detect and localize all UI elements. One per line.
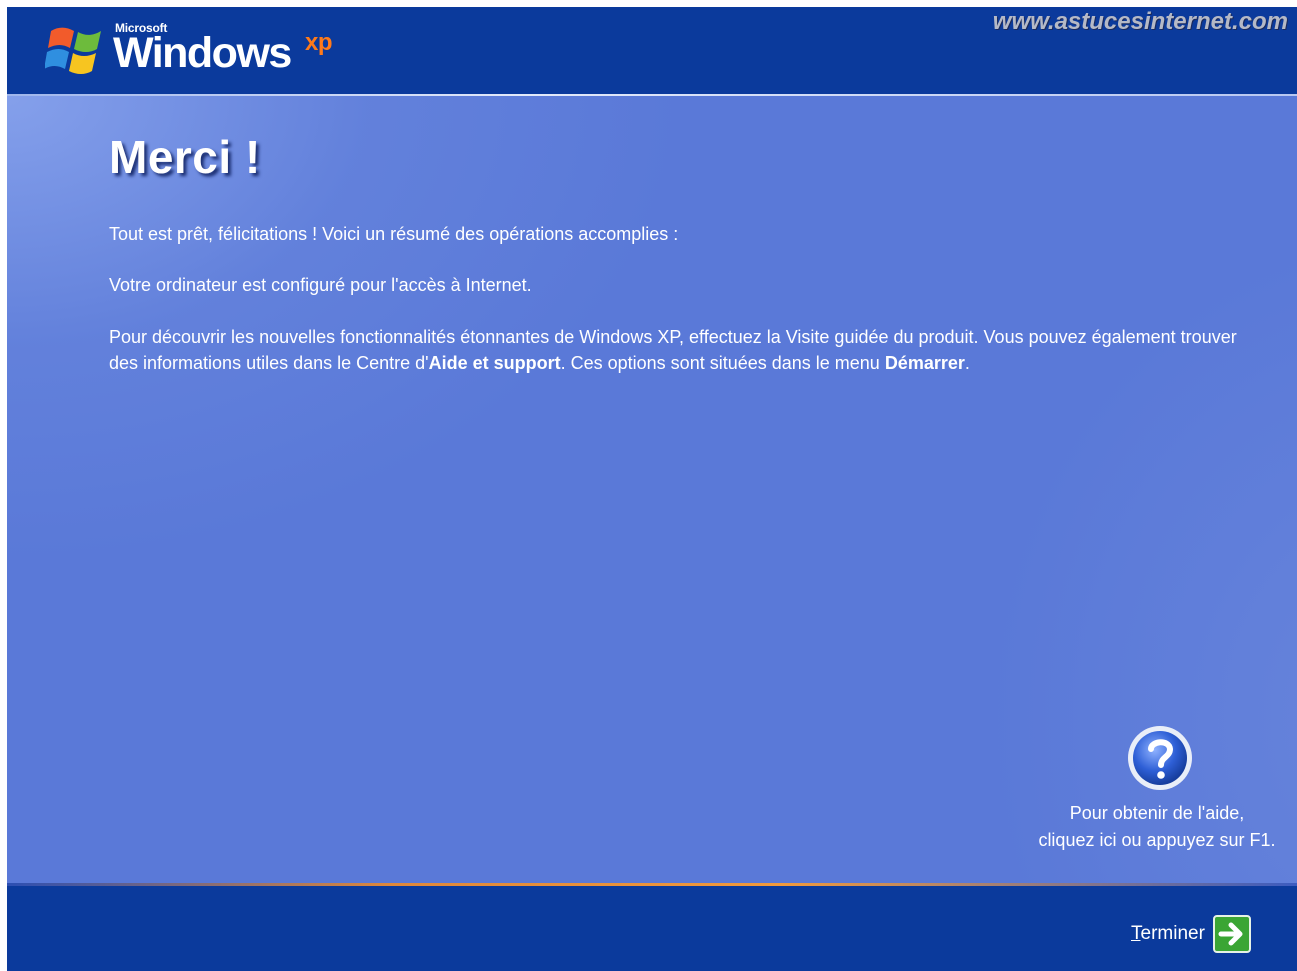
help-support-label: Aide et support <box>428 353 561 373</box>
windows-xp-logo: Microsoft Windows xp <box>45 17 345 87</box>
summary-intro: Tout est prêt, félicitations ! Voici un … <box>109 224 679 244</box>
arrow-right-icon[interactable] <box>1212 915 1251 953</box>
help-line-2: cliquez ici ou appuyez sur F1. <box>1038 830 1276 850</box>
watermark-text: www.astucesinternet.com <box>992 8 1288 35</box>
help-link[interactable]: Pour obtenir de l'aide, cliquez ici ou a… <box>1017 724 1297 854</box>
oobe-window: Microsoft Windows xp www.astucesinternet… <box>7 7 1297 971</box>
start-menu-label: Démarrer <box>884 353 965 373</box>
tour-info-text-3: . <box>964 353 970 373</box>
xp-label: xp <box>305 29 333 56</box>
tour-info-text-2: . Ces options sont situées dans le menu <box>560 353 885 373</box>
finish-button[interactable]: Terminer <box>1131 914 1251 954</box>
footer-bar: Terminer <box>7 886 1297 971</box>
help-question-icon[interactable] <box>1126 724 1194 792</box>
header-bar: Microsoft Windows xp www.astucesinternet… <box>7 7 1297 94</box>
finish-accelerator: T <box>1131 923 1141 944</box>
content-area: Merci ! Tout est prêt, félicitations ! V… <box>7 96 1297 883</box>
page-title: Merci ! <box>109 131 261 183</box>
internet-status: Votre ordinateur est configuré pour l'ac… <box>109 275 532 295</box>
finish-label[interactable]: Terminer <box>1131 923 1205 945</box>
windows-flag-icon <box>45 27 101 74</box>
tour-info: Pour découvrir les nouvelles fonctionnal… <box>109 324 1259 376</box>
windows-label: Windows <box>113 29 292 77</box>
finish-label-rest: erminer <box>1140 923 1205 944</box>
help-text[interactable]: Pour obtenir de l'aide, cliquez ici ou a… <box>1017 800 1297 854</box>
help-line-1: Pour obtenir de l'aide, <box>1069 803 1245 823</box>
